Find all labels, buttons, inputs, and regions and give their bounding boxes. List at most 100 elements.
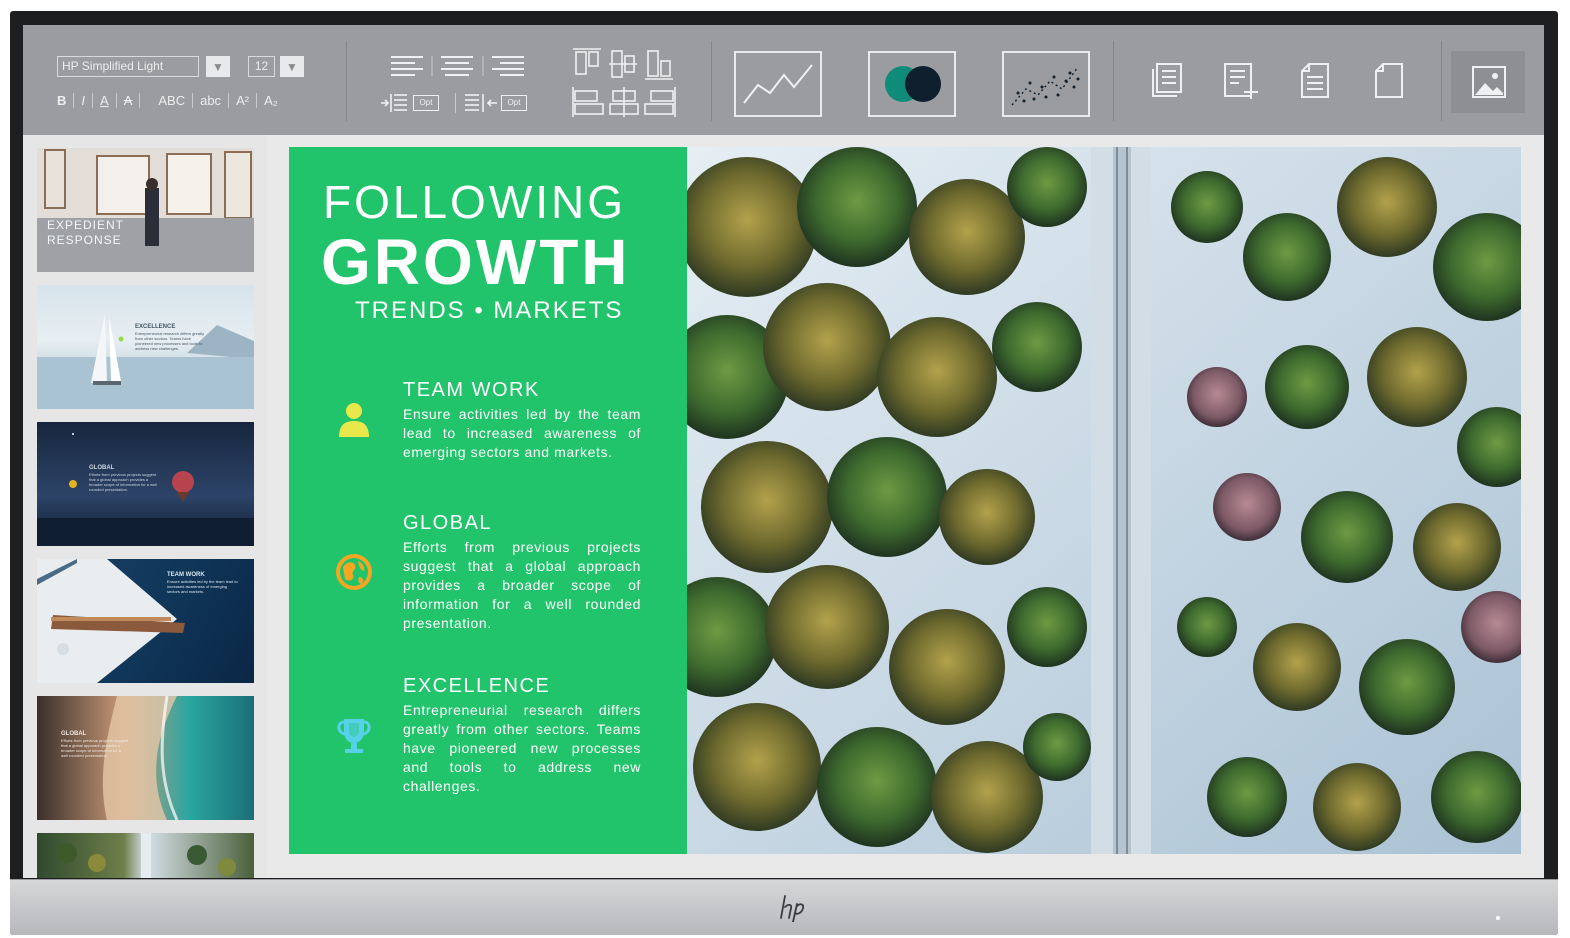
feature-text[interactable]: Entrepreneurial research differs greatly… — [403, 701, 641, 796]
divider — [1441, 41, 1442, 121]
underline-button[interactable]: A — [100, 93, 109, 108]
trophy-icon — [337, 719, 371, 753]
font-size-field[interactable]: 12 — [248, 56, 275, 77]
slide-thumbnail-2[interactable]: EXCELLENCE Entrepreneurial research diff… — [37, 285, 254, 409]
thumbnail-2-text: Entrepreneurial research differs greatly… — [135, 331, 205, 351]
slide-thumbnail-panel[interactable]: EXPEDIENT RESPONSE EXCELLENCE Entreprene… — [23, 135, 266, 878]
divider — [711, 41, 712, 121]
slide-canvas[interactable]: FOLLOWING GROWTH TRENDS • MARKETS TEAM W… — [289, 147, 1521, 854]
chevron-down-icon: ▼ — [212, 59, 224, 74]
slide-thumbnail-5[interactable]: GLOBAL Efforts from previous projects su… — [37, 696, 254, 820]
slide-thumbnail-4[interactable]: TEAM WORK Ensure activities led by the t… — [37, 559, 254, 683]
toolbar-ribbon: HP Simplified Light ▼ 12 ▼ B I A A ABC a… — [23, 25, 1544, 135]
line-chart-button[interactable] — [734, 51, 822, 117]
slide-thumbnail-6[interactable] — [37, 833, 254, 878]
monitor-chin — [10, 879, 1558, 935]
align-left-icon[interactable] — [391, 56, 423, 76]
object-align-top-group — [573, 48, 673, 80]
monitor-frame: HP Simplified Light ▼ 12 ▼ B I A A ABC a… — [10, 11, 1558, 935]
thumbnail-5-text: Efforts from previous projects suggest t… — [61, 738, 129, 758]
bubble-chart-icon — [885, 66, 941, 102]
text-format-row: B I A A ABC abc A² A₂ — [57, 91, 278, 109]
scatter-chart-button[interactable] — [1002, 51, 1090, 117]
align-right-object-icon[interactable] — [644, 87, 676, 117]
strikethrough-button[interactable]: A — [124, 93, 133, 108]
feature-excellence: EXCELLENCE Entrepreneurial research diff… — [403, 675, 641, 796]
divider — [1113, 41, 1114, 121]
divider — [73, 92, 75, 108]
align-center-icon[interactable] — [441, 56, 473, 76]
align-top-icon[interactable] — [573, 48, 601, 75]
feature-heading[interactable]: GLOBAL — [403, 512, 641, 535]
globe-icon — [336, 554, 372, 590]
screen: HP Simplified Light ▼ 12 ▼ B I A A ABC a… — [23, 25, 1544, 878]
blank-document-icon[interactable] — [1371, 61, 1407, 101]
object-align-side-group — [572, 87, 676, 117]
font-name-dropdown-button[interactable]: ▼ — [206, 56, 230, 77]
aerial-forest-image — [687, 147, 1521, 854]
notes-stack-icon[interactable] — [1149, 61, 1185, 101]
feature-team-work: TEAM WORK Ensure activities led by the t… — [403, 379, 641, 462]
divider — [115, 92, 117, 108]
thumbnail-4-heading: TEAM WORK — [167, 572, 205, 578]
slide-photo[interactable] — [687, 147, 1521, 854]
thumbnail-image — [37, 148, 254, 272]
align-middle-icon[interactable] — [609, 50, 637, 78]
font-name-field[interactable]: HP Simplified Light — [57, 56, 199, 77]
slide-text-panel: FOLLOWING GROWTH TRENDS • MARKETS TEAM W… — [289, 147, 687, 854]
feature-text[interactable]: Ensure activities led by the team lead t… — [403, 405, 641, 462]
divider — [92, 92, 94, 108]
document-lines-icon[interactable] — [1297, 61, 1333, 101]
insert-picture-button[interactable] — [1451, 51, 1525, 113]
bold-button[interactable]: B — [57, 93, 66, 108]
indent-decrease-icon[interactable] — [463, 91, 501, 115]
align-left-object-icon[interactable] — [572, 87, 604, 117]
font-size-dropdown-button[interactable]: ▼ — [280, 56, 304, 77]
scatter-chart-icon — [1011, 66, 1080, 106]
divider — [346, 41, 347, 121]
thumbnail-image — [102, 696, 179, 820]
feature-text[interactable]: Efforts from previous projects suggest t… — [403, 538, 641, 633]
chevron-down-icon: ▼ — [286, 59, 298, 74]
hp-logo-icon — [780, 895, 805, 922]
divider — [192, 92, 194, 108]
align-right-icon[interactable] — [492, 56, 524, 76]
divider — [455, 93, 456, 113]
text-align-group — [391, 56, 524, 76]
align-center-object-icon[interactable] — [609, 87, 639, 117]
slide-title-line1[interactable]: FOLLOWING — [323, 175, 626, 229]
divider — [139, 92, 141, 108]
picture-icon — [1472, 66, 1506, 98]
thumbnail-3-heading: GLOBAL — [89, 465, 115, 471]
thumbnail-1-title-line1: EXPEDIENT — [47, 218, 125, 232]
lowercase-button[interactable]: abc — [200, 93, 221, 108]
uppercase-button[interactable]: ABC — [158, 93, 185, 108]
divider — [228, 92, 230, 108]
thumbnail-5-heading: GLOBAL — [61, 731, 87, 737]
new-document-icon[interactable] — [1221, 61, 1261, 101]
feature-global: GLOBAL Efforts from previous projects su… — [403, 512, 641, 633]
slide-thumbnail-3[interactable]: GLOBAL Efforts from previous projects su… — [37, 422, 254, 546]
superscript-button[interactable]: A² — [236, 93, 249, 108]
bubble-chart-button[interactable] — [868, 51, 956, 117]
align-bottom-icon[interactable] — [645, 50, 673, 80]
slide-title-line2[interactable]: GROWTH — [321, 225, 631, 299]
person-icon — [339, 403, 369, 437]
line-chart-icon — [743, 64, 813, 104]
slide-thumbnail-1[interactable]: EXPEDIENT RESPONSE — [37, 148, 254, 272]
thumbnail-3-text: Efforts from previous projects suggest t… — [89, 472, 158, 492]
thumbnail-1-title-line2: RESPONSE — [47, 233, 122, 247]
thumbnail-image — [57, 833, 236, 878]
outdent-option-box[interactable]: Opt — [501, 95, 527, 111]
subscript-button[interactable]: A₂ — [264, 93, 278, 108]
italic-button[interactable]: I — [81, 93, 85, 108]
thumbnail-2-heading: EXCELLENCE — [135, 324, 176, 330]
divider — [256, 92, 258, 108]
slide-subtitle[interactable]: TRENDS • MARKETS — [355, 297, 623, 325]
power-indicator — [1496, 916, 1500, 920]
indent-option-box[interactable]: Opt — [413, 95, 439, 111]
thumbnail-4-text: Ensure activities led by the team lead t… — [167, 579, 238, 594]
feature-heading[interactable]: TEAM WORK — [403, 379, 641, 402]
indent-increase-icon[interactable] — [379, 91, 409, 115]
feature-heading[interactable]: EXCELLENCE — [403, 675, 641, 698]
